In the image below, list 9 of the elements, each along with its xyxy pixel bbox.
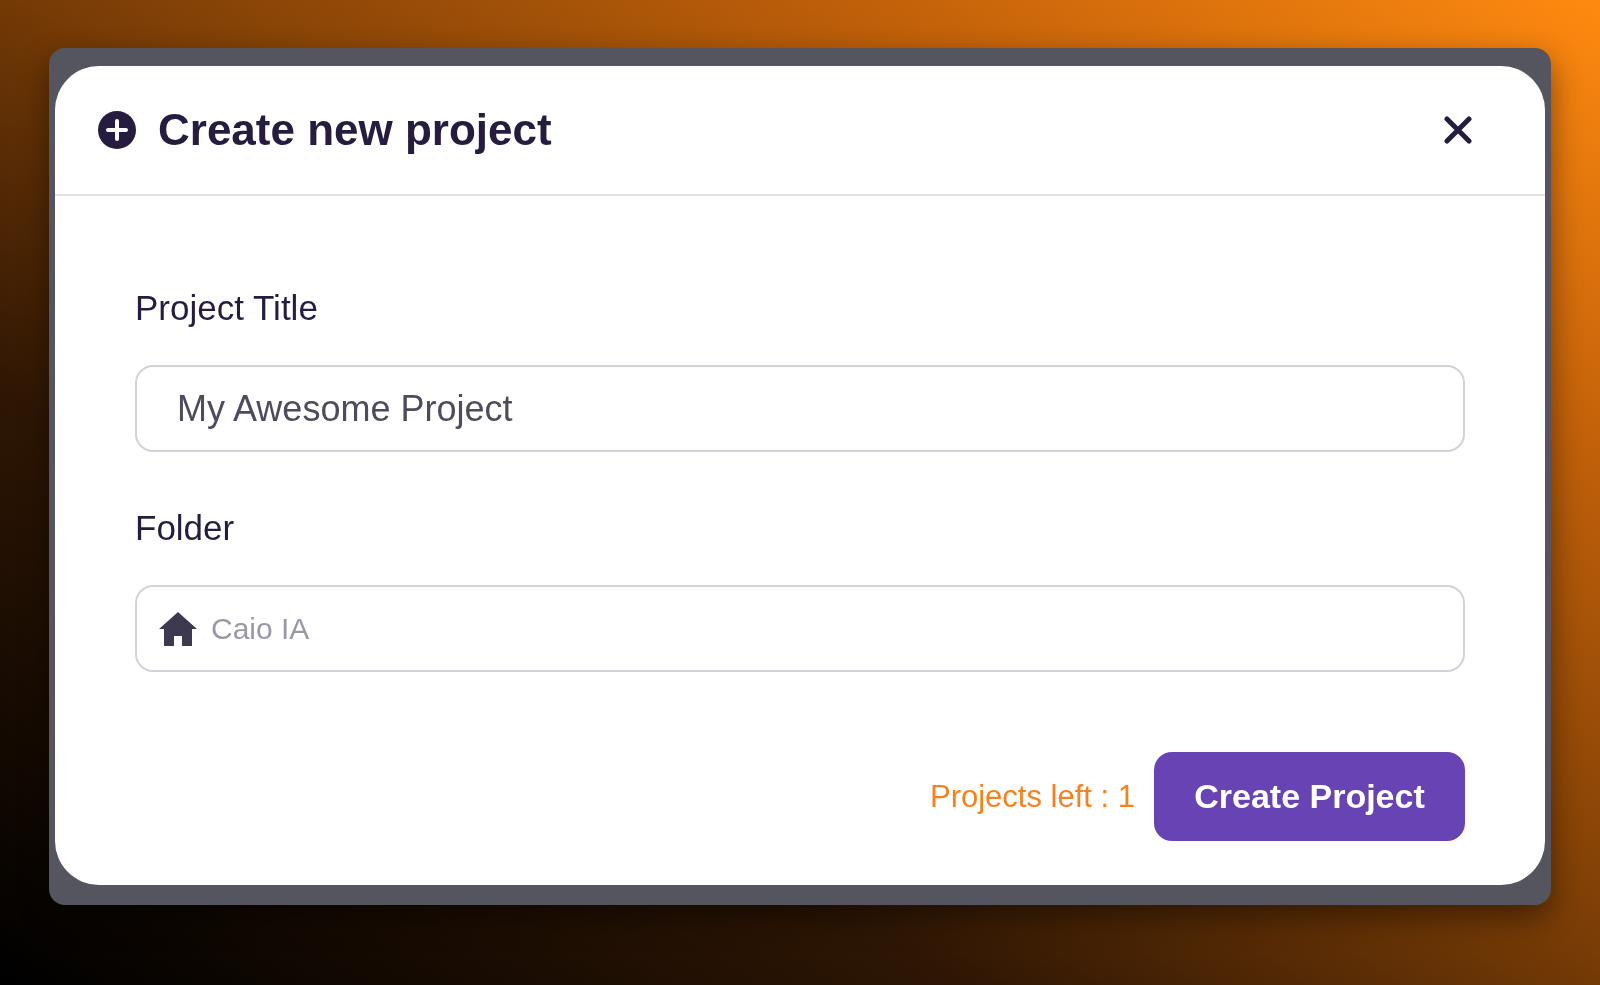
text-input-field[interactable]: My Awesome Project	[135, 365, 1465, 452]
close-icon[interactable]	[1444, 116, 1472, 144]
create-project-button[interactable]: Create Project	[1154, 752, 1465, 841]
house-icon	[159, 611, 197, 646]
field-label: Folder	[135, 508, 235, 548]
projects-left-text: Projects left : 1	[929, 778, 1135, 815]
field-label: Project Title	[135, 288, 318, 328]
dialog-title: Create new project	[158, 105, 552, 155]
plus-circle-icon	[98, 111, 136, 149]
